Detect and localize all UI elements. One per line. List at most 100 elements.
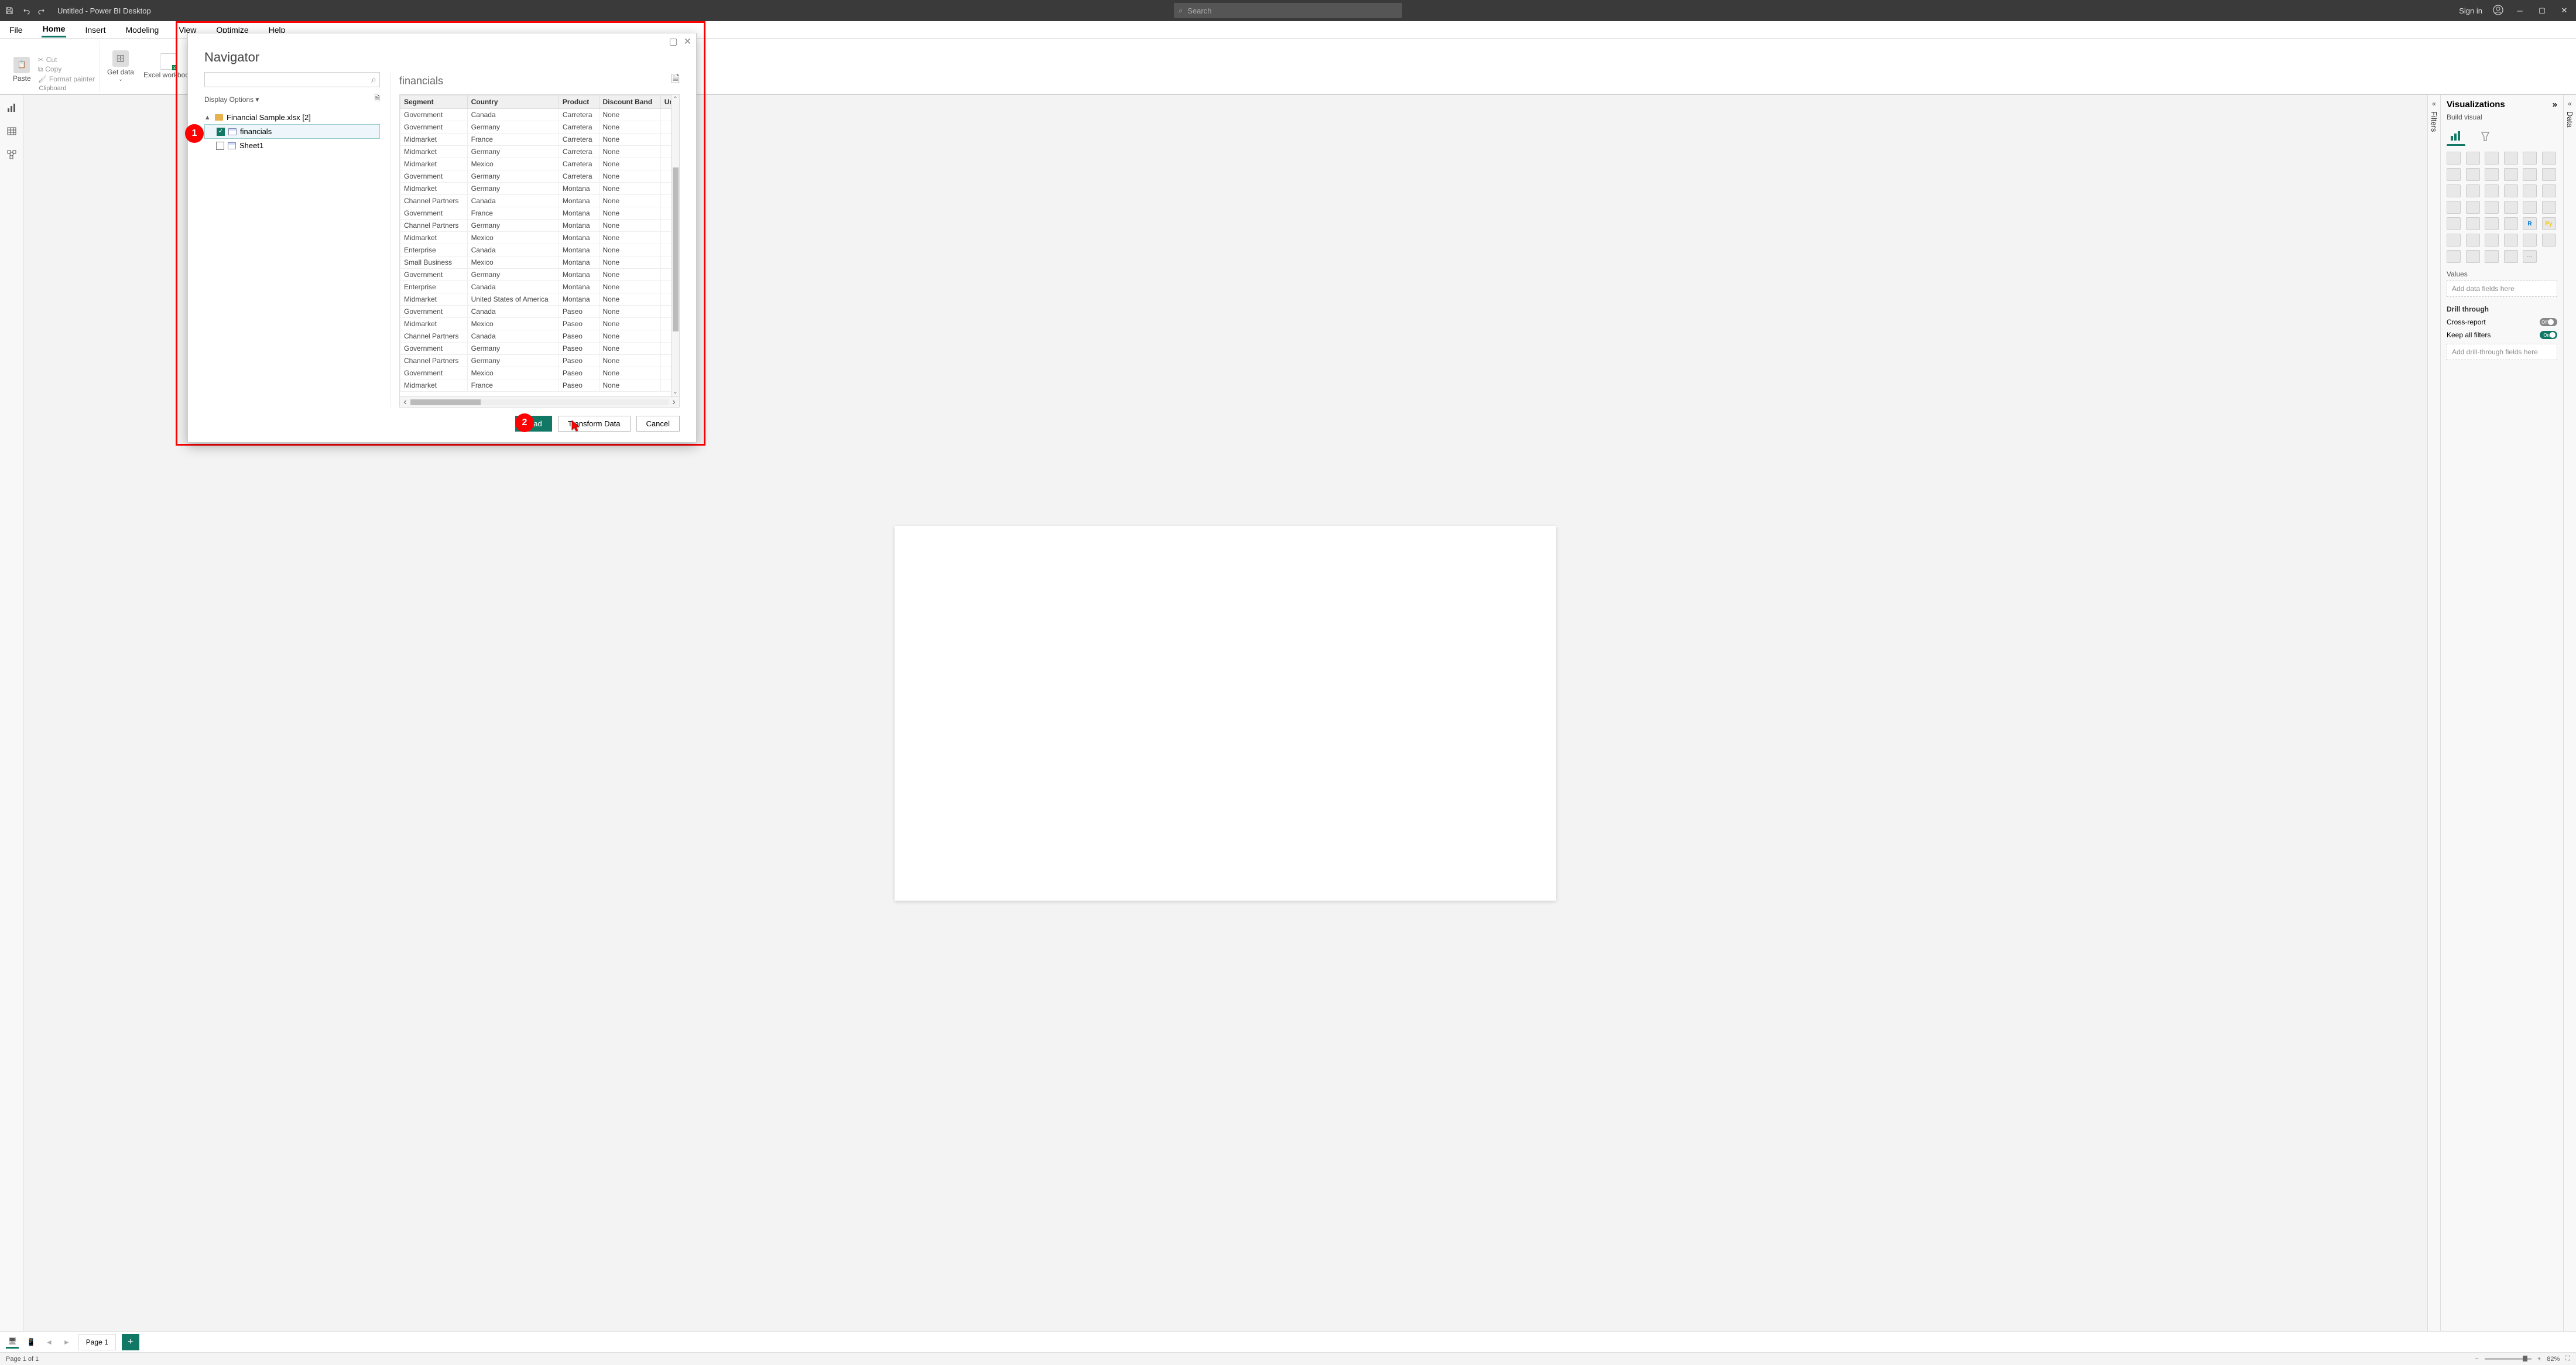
- card-icon[interactable]: [2523, 201, 2537, 214]
- scatter-icon[interactable]: [2485, 184, 2499, 197]
- column-header[interactable]: Country: [467, 95, 559, 109]
- redo-icon[interactable]: [37, 6, 47, 15]
- zoom-slider[interactable]: [2485, 1358, 2532, 1360]
- zoom-in-button[interactable]: +: [2537, 1356, 2541, 1363]
- custom-visual-2-icon[interactable]: [2504, 250, 2518, 263]
- column-header[interactable]: Segment: [400, 95, 468, 109]
- drill-through-well[interactable]: Add drill-through fields here: [2447, 344, 2557, 360]
- tree-file-node[interactable]: ▴ Financial Sample.xlsx [2]: [204, 110, 380, 124]
- table-row[interactable]: GovernmentGermanyCarreteraNone: [400, 170, 679, 183]
- keep-filters-toggle[interactable]: On: [2540, 331, 2557, 339]
- ribbon-chart-icon[interactable]: [2542, 168, 2556, 181]
- py-visual-icon[interactable]: Py: [2542, 217, 2556, 230]
- table-row[interactable]: GovernmentGermanyMontanaNone: [400, 269, 679, 281]
- 100-stacked-bar-icon[interactable]: [2523, 152, 2537, 165]
- donut-icon[interactable]: [2523, 184, 2537, 197]
- tab-insert[interactable]: Insert: [84, 23, 107, 37]
- custom-visual-1-icon[interactable]: [2485, 250, 2499, 263]
- data-rail[interactable]: « Data: [2563, 95, 2576, 1331]
- table-row[interactable]: GovernmentCanadaCarreteraNone: [400, 109, 679, 121]
- table-row[interactable]: Channel PartnersCanadaPaseoNone: [400, 330, 679, 343]
- values-well[interactable]: Add data fields here: [2447, 280, 2557, 297]
- scroll-down-icon[interactable]: ⌄: [673, 389, 677, 395]
- line-chart-icon[interactable]: [2447, 168, 2461, 181]
- build-visual-mode[interactable]: [2447, 127, 2465, 146]
- table-row[interactable]: Small BusinessMexicoMontanaNone: [400, 256, 679, 269]
- search-box[interactable]: ⌕ Search: [1174, 3, 1402, 18]
- tab-file[interactable]: File: [8, 23, 24, 37]
- table-view-button[interactable]: [4, 123, 20, 139]
- stacked-bar-icon[interactable]: [2447, 152, 2461, 165]
- fit-to-page-icon[interactable]: ⛶: [2565, 1355, 2570, 1363]
- clustered-column-icon[interactable]: [2504, 152, 2518, 165]
- smart-narrative-icon[interactable]: [2504, 234, 2518, 247]
- refresh-preview-icon[interactable]: 🗎: [374, 93, 380, 105]
- stacked-area-icon[interactable]: [2485, 168, 2499, 181]
- azure-map-icon[interactable]: [2485, 201, 2499, 214]
- prev-page-button[interactable]: ◄: [43, 1338, 55, 1346]
- stacked-column-icon[interactable]: [2485, 152, 2499, 165]
- table-row[interactable]: Channel PartnersGermanyPaseoNone: [400, 355, 679, 367]
- next-page-button[interactable]: ►: [61, 1338, 73, 1346]
- report-view-button[interactable]: [4, 100, 20, 116]
- table-row[interactable]: GovernmentFranceMontanaNone: [400, 207, 679, 220]
- qa-icon[interactable]: [2485, 234, 2499, 247]
- transform-data-button[interactable]: Transform Data: [558, 416, 631, 432]
- matrix-icon[interactable]: [2504, 217, 2518, 230]
- line-stacked-column-icon[interactable]: [2504, 168, 2518, 181]
- slicer-icon[interactable]: [2466, 217, 2480, 230]
- funnel-icon[interactable]: [2466, 184, 2480, 197]
- cancel-button[interactable]: Cancel: [636, 416, 680, 432]
- table-row[interactable]: Channel PartnersGermanyMontanaNone: [400, 220, 679, 232]
- table-row[interactable]: GovernmentMexicoPaseoNone: [400, 367, 679, 379]
- get-data-button[interactable]: 🗄 Get data⌄: [105, 49, 136, 84]
- report-canvas[interactable]: [895, 526, 1556, 901]
- scroll-right-icon[interactable]: ›: [669, 397, 679, 408]
- column-header[interactable]: Product: [559, 95, 599, 109]
- 100-stacked-column-icon[interactable]: [2542, 152, 2556, 165]
- table-row[interactable]: Channel PartnersCanadaMontanaNone: [400, 195, 679, 207]
- scroll-left-icon[interactable]: ‹: [400, 397, 410, 408]
- waterfall-icon[interactable]: [2447, 184, 2461, 197]
- table-row[interactable]: GovernmentGermanyPaseoNone: [400, 343, 679, 355]
- get-visuals-icon[interactable]: ⋯: [2523, 250, 2537, 263]
- preview-options-icon[interactable]: 🗎: [672, 72, 680, 90]
- maximize-button[interactable]: ▢: [2536, 6, 2548, 15]
- cross-report-toggle[interactable]: Off: [2540, 318, 2557, 326]
- treemap-icon[interactable]: [2542, 184, 2556, 197]
- table-row[interactable]: GovernmentGermanyCarreteraNone: [400, 121, 679, 134]
- filled-map-icon[interactable]: [2466, 201, 2480, 214]
- tree-table-financials[interactable]: ✓ financials: [204, 124, 380, 139]
- vertical-scrollbar[interactable]: ⌃ ⌄: [671, 95, 679, 396]
- table-row[interactable]: MidmarketMexicoCarreteraNone: [400, 158, 679, 170]
- paste-button[interactable]: 📋 Paste: [11, 56, 33, 84]
- multi-row-card-icon[interactable]: [2542, 201, 2556, 214]
- mobile-layout-icon[interactable]: 📱: [25, 1336, 37, 1349]
- account-icon[interactable]: [2493, 5, 2503, 17]
- minimize-button[interactable]: ─: [2514, 6, 2526, 15]
- format-visual-mode[interactable]: [2477, 127, 2496, 146]
- kpi-icon[interactable]: [2447, 217, 2461, 230]
- decomposition-tree-icon[interactable]: [2466, 234, 2480, 247]
- display-options-button[interactable]: Display Options: [204, 95, 254, 104]
- table-row[interactable]: GovernmentCanadaPaseoNone: [400, 306, 679, 318]
- table-row[interactable]: MidmarketMexicoPaseoNone: [400, 318, 679, 330]
- page-tab[interactable]: Page 1: [78, 1334, 116, 1350]
- format-painter-button[interactable]: 🖌Format painter: [38, 75, 95, 83]
- area-chart-icon[interactable]: [2466, 168, 2480, 181]
- model-view-button[interactable]: [4, 146, 20, 163]
- table-row[interactable]: MidmarketFranceCarreteraNone: [400, 134, 679, 146]
- automate-icon[interactable]: [2466, 250, 2480, 263]
- add-page-button[interactable]: +: [122, 1334, 139, 1350]
- table-row[interactable]: MidmarketGermanyMontanaNone: [400, 183, 679, 195]
- cut-button[interactable]: ✂Cut: [38, 56, 95, 64]
- key-influencers-icon[interactable]: [2447, 234, 2461, 247]
- tab-home[interactable]: Home: [42, 22, 67, 37]
- navigator-search-input[interactable]: [204, 72, 380, 87]
- pie-icon[interactable]: [2504, 184, 2518, 197]
- close-button[interactable]: ✕: [2558, 6, 2570, 15]
- save-icon[interactable]: [5, 6, 14, 15]
- dialog-close-icon[interactable]: ✕: [684, 36, 691, 47]
- tree-table-sheet1[interactable]: Sheet1: [204, 139, 380, 152]
- paginated-report-icon[interactable]: [2523, 234, 2537, 247]
